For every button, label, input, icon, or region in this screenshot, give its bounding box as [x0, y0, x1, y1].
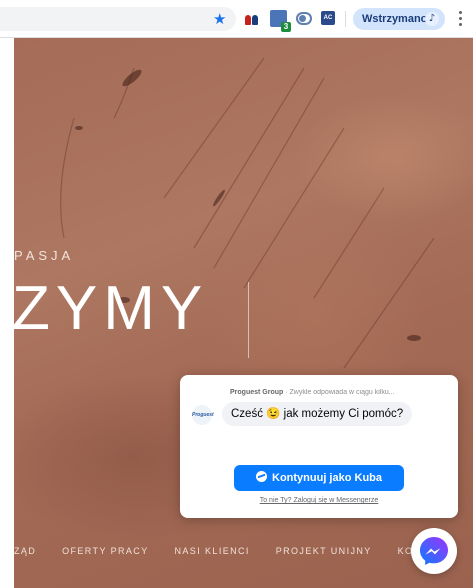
browser-toolbar: ★ 3 AC Wstrzymano ♪	[0, 0, 473, 38]
greeting-message: Cześć 😉 jak możemy Ci pomóc?	[222, 402, 413, 426]
bookmark-star-icon[interactable]: ★	[213, 9, 226, 29]
company-name: Proguest Group	[230, 389, 284, 396]
translate-extension-icon[interactable]: 3	[270, 10, 291, 32]
ac-extension-icon[interactable]: AC	[321, 11, 335, 25]
profile-paused-chip[interactable]: Wstrzymano ♪	[353, 8, 445, 30]
continue-as-button[interactable]: Kontynuuj jako Kuba	[234, 465, 404, 491]
people-extension-icon[interactable]	[245, 12, 261, 26]
nav-link-eu-project[interactable]: PROJEKT UNIJNY	[276, 546, 372, 556]
reply-time-note: · Zwykle odpowiada w ciągu kilku...	[285, 389, 395, 396]
chat-header: Proguest Group · Zwykle odpowiada w ciąg…	[230, 389, 452, 396]
music-note-icon: ♪	[425, 12, 439, 26]
messenger-icon	[420, 537, 448, 565]
nav-link-zad[interactable]: ZĄD	[14, 546, 36, 556]
hero-divider	[248, 282, 249, 358]
hero-headline: ZYMY	[14, 274, 209, 343]
toggle-extension-icon[interactable]	[296, 12, 312, 25]
address-bar[interactable]	[0, 7, 236, 31]
company-avatar: Proguest	[192, 405, 214, 425]
paused-label: Wstrzymano	[362, 13, 428, 25]
nav-link-clients[interactable]: NASI KLIENCI	[175, 546, 250, 556]
login-messenger-link[interactable]: To nie Ty? Zaloguj się w Messengerze	[180, 497, 458, 504]
toolbar-divider	[345, 11, 346, 27]
messenger-fab[interactable]	[411, 528, 457, 574]
more-menu-icon[interactable]	[459, 10, 463, 28]
page-left-edge	[0, 38, 14, 588]
hero-tagline: PASJA	[14, 248, 75, 263]
extension-badge: 3	[281, 22, 291, 32]
nav-link-job-offers[interactable]: OFERTY PRACY	[62, 546, 148, 556]
messenger-chat-popup: Proguest Group · Zwykle odpowiada w ciąg…	[180, 375, 458, 518]
messenger-icon	[256, 471, 267, 482]
footer-nav: ZĄD OFERTY PRACY NASI KLIENCI PROJEKT UN…	[14, 546, 471, 562]
continue-label: Kontynuuj jako Kuba	[272, 472, 382, 484]
